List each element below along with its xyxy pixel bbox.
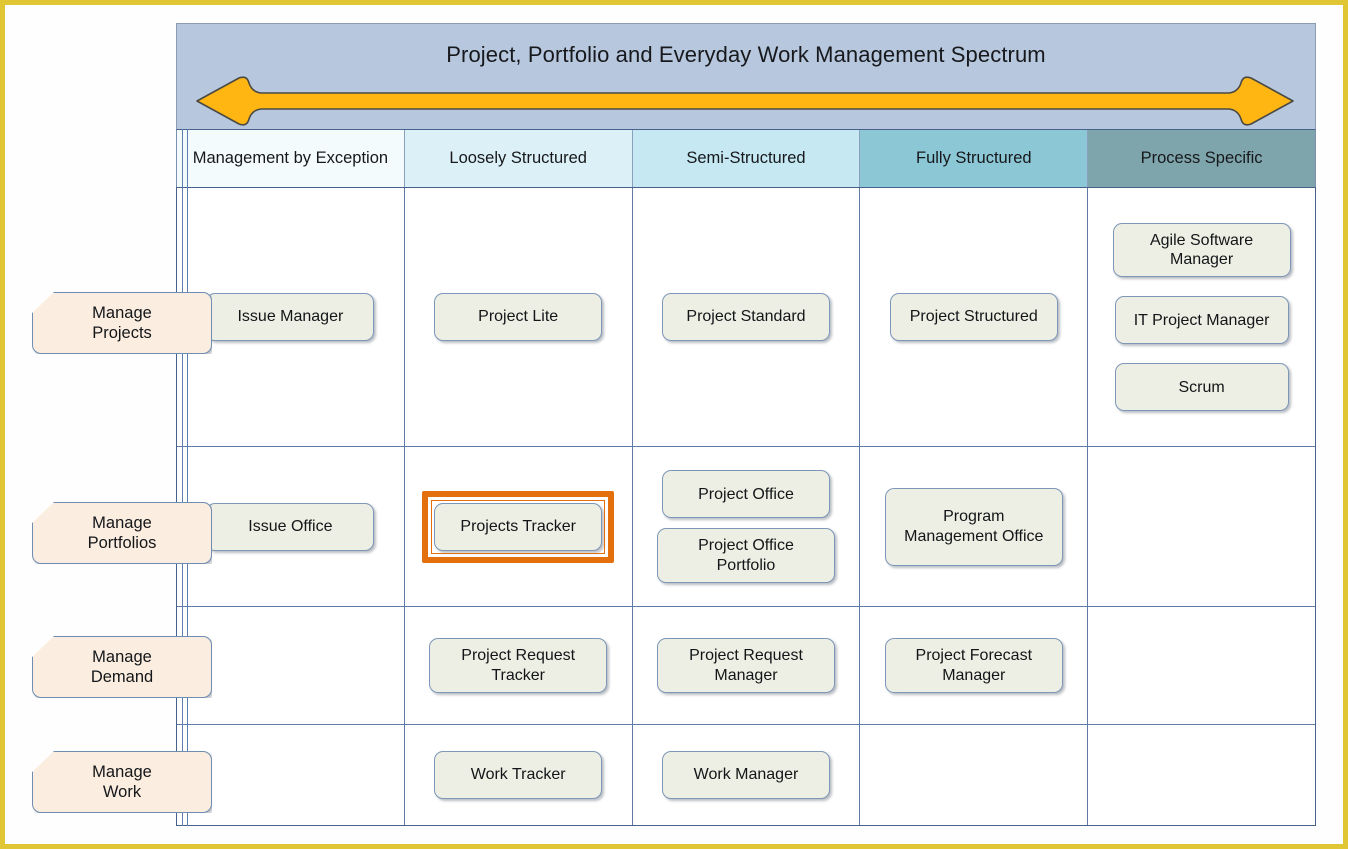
cell-demand-fully-structured[interactable]: Project Forecast Manager bbox=[860, 607, 1089, 724]
table-row: Issue Manager Project Lite Project Stand… bbox=[177, 188, 1315, 447]
node-project-request-tracker[interactable]: Project Request Tracker bbox=[429, 638, 608, 693]
node-project-forecast-manager[interactable]: Project Forecast Manager bbox=[884, 638, 1063, 693]
highlight-selection-frame: Projects Tracker bbox=[422, 490, 615, 563]
row-label-line2: Projects bbox=[92, 324, 152, 342]
row-label-manage-demand[interactable]: Manage Demand bbox=[32, 636, 212, 698]
node-work-tracker[interactable]: Work Tracker bbox=[434, 751, 603, 799]
double-headed-arrow-icon bbox=[196, 76, 1294, 126]
spectrum-header-band: Project, Portfolio and Everyday Work Man… bbox=[176, 23, 1316, 129]
cell-portfolios-fully-structured[interactable]: Program Management Office bbox=[860, 447, 1089, 606]
column-header-label: Loosely Structured bbox=[449, 149, 587, 168]
table-row: Project Request Tracker Project Request … bbox=[177, 607, 1315, 725]
row-label-line2: Work bbox=[102, 783, 142, 801]
table-row: Work Tracker Work Manager bbox=[177, 725, 1315, 825]
node-projects-tracker[interactable]: Projects Tracker bbox=[434, 502, 603, 551]
cell-projects-loosely-structured[interactable]: Project Lite bbox=[405, 188, 633, 446]
column-header-label: Fully Structured bbox=[916, 149, 1032, 168]
row-label-manage-projects[interactable]: Manage Projects bbox=[32, 292, 212, 354]
cell-projects-process-specific[interactable]: Agile Software Manager IT Project Manage… bbox=[1088, 188, 1315, 446]
column-header-management-by-exception: Management by Exception bbox=[177, 130, 405, 187]
column-header-label: Semi-Structured bbox=[686, 149, 806, 168]
table-row: Issue Office Projects Tracker Project Of… bbox=[177, 447, 1315, 607]
cell-work-process-specific[interactable] bbox=[1088, 725, 1315, 825]
column-header-process-specific: Process Specific bbox=[1088, 130, 1315, 187]
cell-work-loosely-structured[interactable]: Work Tracker bbox=[405, 725, 633, 825]
node-project-office[interactable]: Project Office bbox=[661, 470, 830, 519]
cell-work-semi-structured[interactable]: Work Manager bbox=[633, 725, 861, 825]
row-label-text: Manage Demand bbox=[91, 647, 153, 687]
node-work-manager[interactable]: Work Manager bbox=[661, 751, 830, 799]
column-header-fully-structured: Fully Structured bbox=[860, 130, 1089, 187]
cell-demand-loosely-structured[interactable]: Project Request Tracker bbox=[405, 607, 633, 724]
column-header-label: Process Specific bbox=[1140, 149, 1263, 168]
node-project-standard[interactable]: Project Standard bbox=[661, 293, 830, 341]
row-label-manage-work[interactable]: Manage Work bbox=[32, 751, 212, 813]
node-issue-manager[interactable]: Issue Manager bbox=[206, 293, 375, 341]
row-label-manage-portfolios[interactable]: Manage Portfolios bbox=[32, 502, 212, 564]
row-label-line1: Manage bbox=[92, 303, 152, 322]
cell-projects-fully-structured[interactable]: Project Structured bbox=[860, 188, 1089, 446]
cell-work-fully-structured[interactable] bbox=[860, 725, 1089, 825]
page-title: Project, Portfolio and Everyday Work Man… bbox=[446, 42, 1046, 67]
matrix-body: Issue Manager Project Lite Project Stand… bbox=[176, 187, 1316, 826]
row-label-text: Manage Work bbox=[92, 762, 152, 802]
row-label-line1: Manage bbox=[92, 513, 152, 532]
diagram-canvas: Project, Portfolio and Everyday Work Man… bbox=[0, 0, 1348, 849]
row-label-line1: Manage bbox=[92, 647, 152, 666]
cell-projects-semi-structured[interactable]: Project Standard bbox=[633, 188, 861, 446]
column-header-loosely-structured: Loosely Structured bbox=[404, 130, 633, 187]
node-agile-software-manager[interactable]: Agile Software Manager bbox=[1112, 222, 1291, 278]
node-it-project-manager[interactable]: IT Project Manager bbox=[1114, 296, 1289, 345]
node-project-request-manager[interactable]: Project Request Manager bbox=[656, 638, 835, 693]
cell-demand-process-specific[interactable] bbox=[1088, 607, 1315, 724]
row-label-line2: Portfolios bbox=[87, 534, 157, 552]
node-project-lite[interactable]: Project Lite bbox=[434, 293, 603, 341]
cell-portfolios-process-specific[interactable] bbox=[1088, 447, 1315, 606]
node-program-management-office[interactable]: Program Management Office bbox=[884, 487, 1063, 566]
node-project-office-portfolio[interactable]: Project Office Portfolio bbox=[656, 528, 835, 583]
column-header-semi-structured: Semi-Structured bbox=[632, 130, 861, 187]
node-issue-office[interactable]: Issue Office bbox=[206, 502, 375, 551]
row-label-text: Manage Projects bbox=[92, 303, 152, 343]
column-header-label: Management by Exception bbox=[192, 149, 389, 168]
node-scrum[interactable]: Scrum bbox=[1114, 363, 1289, 412]
cell-demand-semi-structured[interactable]: Project Request Manager bbox=[633, 607, 861, 724]
row-label-line1: Manage bbox=[92, 762, 152, 781]
row-label-text: Manage Portfolios bbox=[88, 513, 157, 553]
node-project-structured[interactable]: Project Structured bbox=[889, 293, 1058, 341]
cell-portfolios-loosely-structured[interactable]: Projects Tracker bbox=[405, 447, 633, 606]
row-label-line2: Demand bbox=[90, 668, 154, 686]
spectrum-matrix: Project, Portfolio and Everyday Work Man… bbox=[176, 23, 1316, 826]
column-header-row: Management by Exception Loosely Structur… bbox=[176, 129, 1316, 187]
cell-portfolios-semi-structured[interactable]: Project Office Project Office Portfolio bbox=[633, 447, 861, 606]
